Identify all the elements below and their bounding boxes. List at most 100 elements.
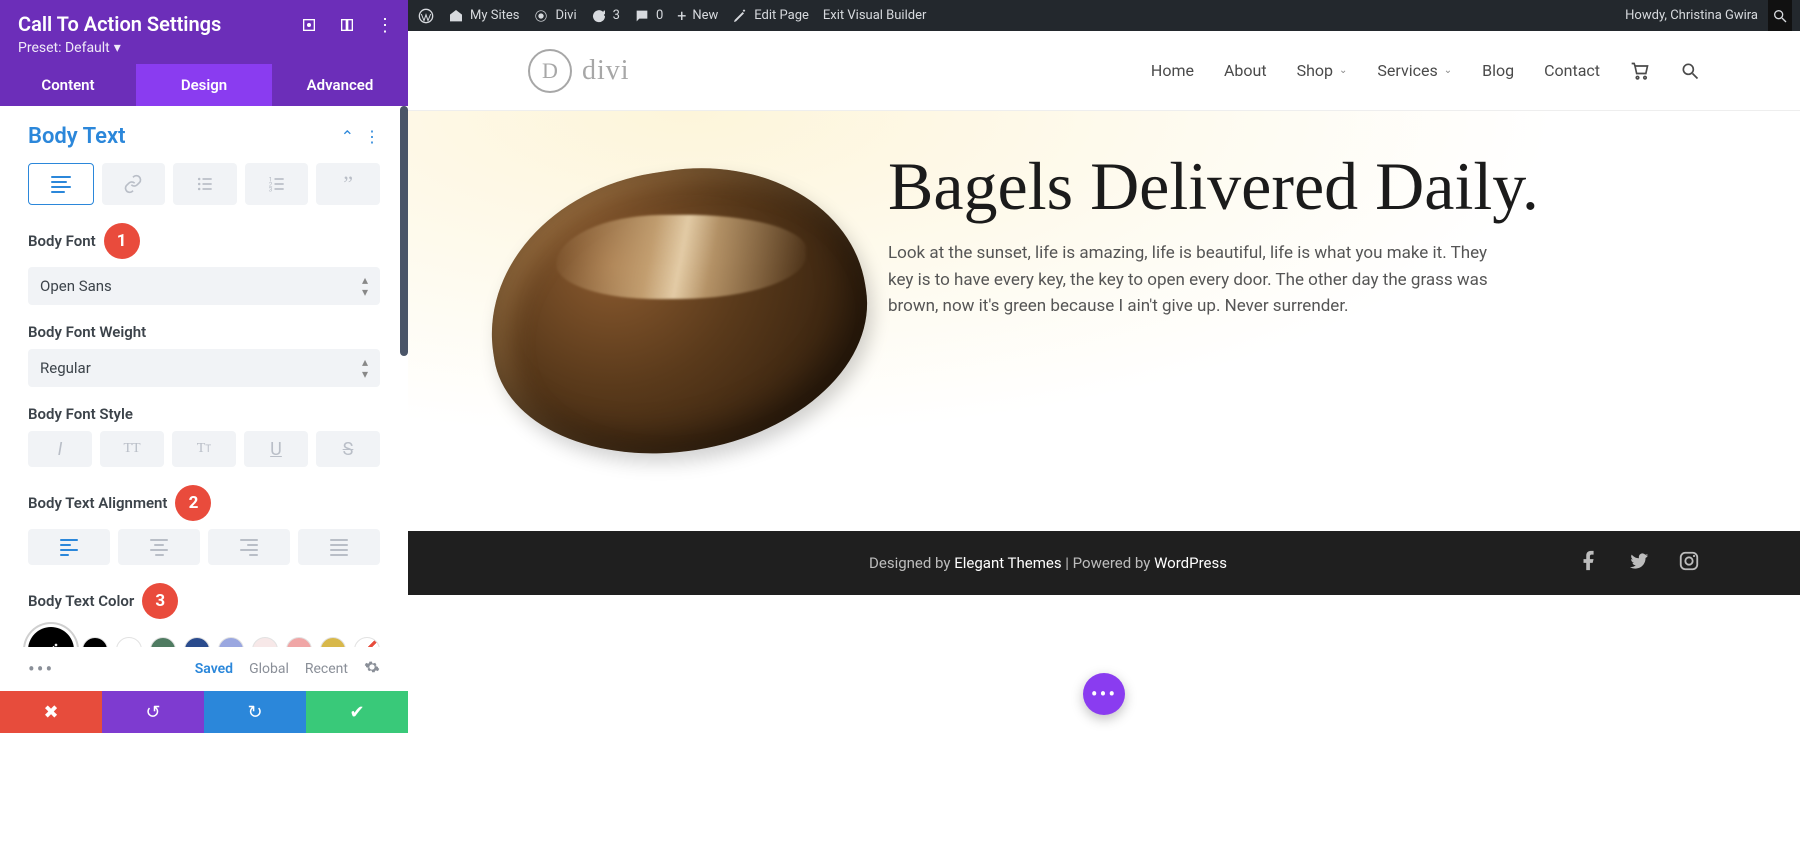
body-text-color-label: Body Text Color 3 xyxy=(28,583,380,619)
wp-logo-icon[interactable] xyxy=(418,8,434,24)
wp-edit-page[interactable]: Edit Page xyxy=(732,8,809,24)
wp-howdy-label: Howdy, Christina Gwira xyxy=(1625,8,1758,23)
hero-text: Bagels Delivered Daily. Look at the suns… xyxy=(888,151,1720,471)
color-swatch-6[interactable] xyxy=(286,637,312,647)
text-type-link[interactable] xyxy=(102,163,166,205)
section-more-icon[interactable]: ⋮ xyxy=(364,127,380,146)
tab-design[interactable]: Design xyxy=(136,64,272,106)
style-underline[interactable]: U xyxy=(244,431,308,467)
body-font-select[interactable]: Open Sans ▴▾ xyxy=(28,267,380,305)
footer-more-icon[interactable]: ••• xyxy=(28,657,54,681)
chevron-down-icon: ▾ xyxy=(114,40,121,56)
preset-dropdown[interactable]: Preset: Default ▾ xyxy=(18,40,121,56)
align-center[interactable] xyxy=(118,529,200,565)
panel-header: Call To Action Settings Preset: Default … xyxy=(0,0,408,64)
body-text-alignment-label-text: Body Text Alignment xyxy=(28,494,167,512)
wp-exit-visual-builder[interactable]: Exit Visual Builder xyxy=(823,8,926,23)
section-title[interactable]: Body Text xyxy=(28,124,126,149)
text-type-ol[interactable]: 123 xyxy=(245,163,309,205)
text-type-quote[interactable]: ” xyxy=(316,163,380,205)
align-left[interactable] xyxy=(28,529,110,565)
style-uppercase[interactable]: TT xyxy=(100,431,164,467)
nav-about[interactable]: About xyxy=(1224,61,1267,80)
wp-site-name[interactable]: Divi xyxy=(533,8,576,24)
more-icon[interactable]: ⋮ xyxy=(376,16,394,34)
tab-advanced[interactable]: Advanced xyxy=(272,64,408,106)
color-swatch-3[interactable] xyxy=(184,637,210,647)
page-preview: My Sites Divi 3 0 + New Edit Page xyxy=(408,0,1800,733)
wp-site-name-label: Divi xyxy=(555,8,576,23)
annotation-marker-3: 3 xyxy=(142,583,178,619)
preset-recent-tab[interactable]: Recent xyxy=(305,661,348,677)
body-text-alignment-label: Body Text Alignment 2 xyxy=(28,485,380,521)
select-caret-icon: ▴▾ xyxy=(362,274,368,298)
color-swatch-1[interactable] xyxy=(116,637,142,647)
settings-panel: Call To Action Settings Preset: Default … xyxy=(0,0,408,733)
wp-my-sites[interactable]: My Sites xyxy=(448,8,519,24)
text-type-ul[interactable] xyxy=(173,163,237,205)
preset-label: Preset: Default xyxy=(18,40,110,56)
panel-footer-meta: ••• Saved Global Recent xyxy=(0,647,408,691)
wp-my-sites-label: My Sites xyxy=(470,8,519,23)
undo-button[interactable]: ↺ xyxy=(102,691,204,733)
main-nav: Home About Shop⌄ Services ⌄ Blog Contact xyxy=(1151,61,1700,81)
save-button[interactable]: ✔ xyxy=(306,691,408,733)
color-transparent[interactable] xyxy=(354,637,380,647)
instagram-icon[interactable] xyxy=(1678,550,1700,576)
text-type-selector: 123 ” xyxy=(28,163,380,205)
fullscreen-icon[interactable] xyxy=(300,16,318,34)
footer-elegant-themes-link[interactable]: Elegant Themes xyxy=(954,554,1061,572)
divi-fab-button[interactable]: ••• xyxy=(1083,673,1125,715)
nav-home[interactable]: Home xyxy=(1151,61,1194,80)
svg-text:3: 3 xyxy=(268,186,272,194)
color-swatch-2[interactable] xyxy=(150,637,176,647)
body-font-weight-select[interactable]: Regular ▴▾ xyxy=(28,349,380,387)
wp-howdy[interactable]: Howdy, Christina Gwira xyxy=(1625,8,1758,23)
align-justify[interactable] xyxy=(298,529,380,565)
wp-updates-count: 3 xyxy=(613,8,620,23)
wp-new[interactable]: + New xyxy=(677,6,718,25)
wp-comments-count: 0 xyxy=(656,8,663,23)
wp-updates[interactable]: 3 xyxy=(591,8,620,24)
chevron-down-icon: ⌄ xyxy=(1444,65,1452,76)
nav-contact[interactable]: Contact xyxy=(1544,61,1600,80)
nav-services-label: Services xyxy=(1377,61,1437,80)
collapse-icon[interactable]: ⌃ xyxy=(341,127,354,146)
color-picker-button[interactable] xyxy=(28,627,74,647)
cart-icon[interactable] xyxy=(1630,61,1650,81)
redo-button[interactable]: ↻ xyxy=(204,691,306,733)
color-swatch-0[interactable] xyxy=(82,637,108,647)
hero-body: Look at the sunset, life is amazing, lif… xyxy=(888,240,1508,319)
style-smallcaps[interactable]: TT xyxy=(172,431,236,467)
site-logo[interactable]: D divi xyxy=(528,49,630,93)
nav-services[interactable]: Services ⌄ xyxy=(1377,61,1452,80)
nav-blog[interactable]: Blog xyxy=(1482,61,1514,80)
preset-global-tab[interactable]: Global xyxy=(249,661,289,677)
style-italic[interactable]: I xyxy=(28,431,92,467)
color-swatch-4[interactable] xyxy=(218,637,244,647)
search-icon[interactable] xyxy=(1680,61,1700,81)
color-swatch-7[interactable] xyxy=(320,637,346,647)
body-font-label: Body Font 1 xyxy=(28,223,380,259)
scrollbar[interactable] xyxy=(400,106,408,356)
preset-saved-tab[interactable]: Saved xyxy=(195,661,233,677)
footer-social xyxy=(1578,550,1700,576)
wp-new-label: New xyxy=(692,8,718,23)
align-right[interactable] xyxy=(208,529,290,565)
twitter-icon[interactable] xyxy=(1628,550,1650,576)
facebook-icon[interactable] xyxy=(1578,550,1600,576)
footer-wordpress-link[interactable]: WordPress xyxy=(1154,554,1227,572)
wp-search-icon[interactable] xyxy=(1768,0,1792,31)
hero-image xyxy=(469,143,886,479)
color-swatch-5[interactable] xyxy=(252,637,278,647)
nav-shop[interactable]: Shop⌄ xyxy=(1297,61,1348,80)
text-type-paragraph[interactable] xyxy=(28,163,94,205)
footer-credits: Designed by Elegant Themes | Powered by … xyxy=(869,554,1227,572)
tab-content[interactable]: Content xyxy=(0,64,136,106)
footer-prefix: Designed by xyxy=(869,554,954,572)
wp-comments[interactable]: 0 xyxy=(634,8,663,24)
gear-icon[interactable] xyxy=(364,659,380,679)
snap-icon[interactable] xyxy=(338,16,356,34)
cancel-button[interactable]: ✖ xyxy=(0,691,102,733)
style-strikethrough[interactable]: S xyxy=(316,431,380,467)
